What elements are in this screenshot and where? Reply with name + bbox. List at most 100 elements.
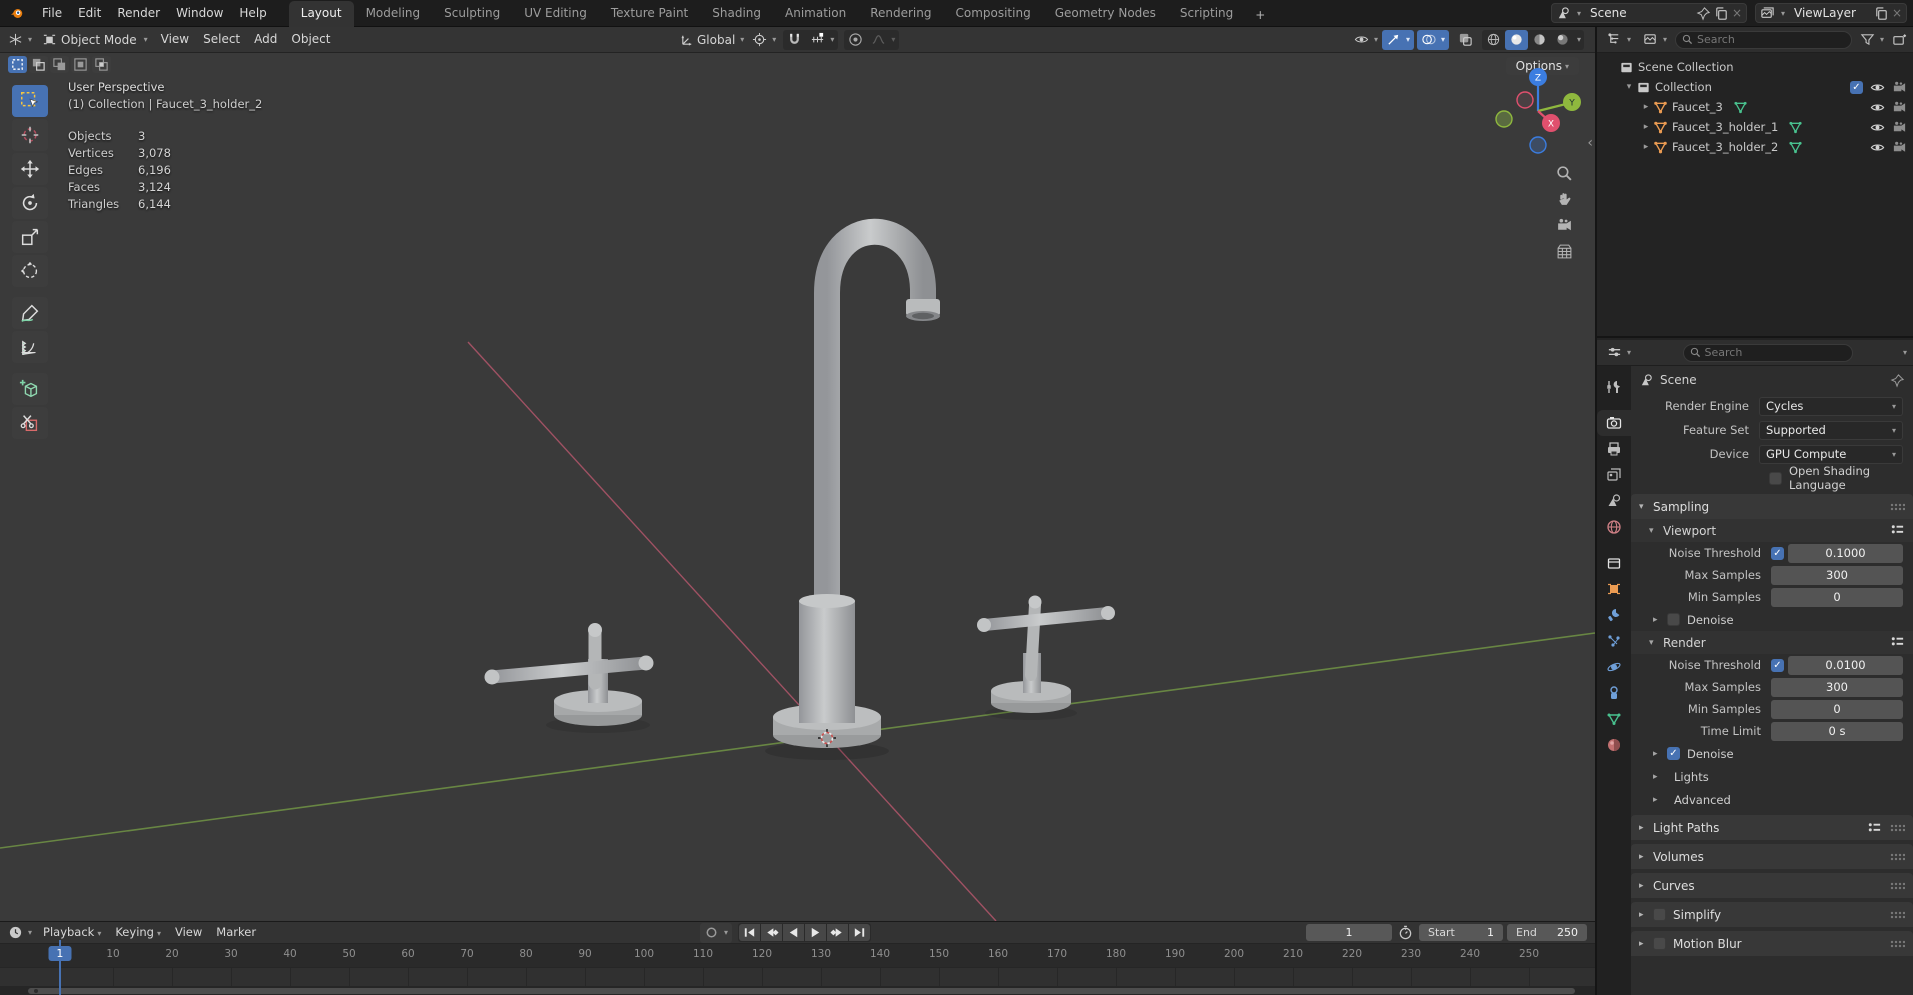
shading-wireframe-button[interactable]: [1482, 30, 1505, 50]
properties-search-input[interactable]: [1704, 346, 1846, 359]
copy-icon[interactable]: [1714, 6, 1729, 21]
properties-tab-render[interactable]: [1597, 410, 1631, 436]
value-noise-threshold[interactable]: 0.0100: [1788, 655, 1903, 675]
timeline-ruler[interactable]: 1 10 20 30 40 50 60 70 80 90 100 110 120 130 140 150 16…: [0, 944, 1595, 967]
jump-end-button[interactable]: [849, 924, 871, 941]
panel-light-paths[interactable]: ▸ Light Paths: [1631, 815, 1913, 840]
auto-keying-button[interactable]: ▾: [700, 922, 733, 943]
snap-settings-dropdown[interactable]: ▾: [806, 30, 838, 50]
checkbox-simplify[interactable]: [1653, 908, 1666, 921]
select-mode-new-button[interactable]: [8, 56, 27, 73]
timeline-menu-marker[interactable]: Marker: [209, 921, 263, 945]
properties-tab-world[interactable]: [1597, 514, 1631, 540]
drag-grip-icon[interactable]: [1890, 910, 1905, 919]
workspace-tab-rendering[interactable]: Rendering: [858, 1, 943, 27]
workspace-tab-uv-editing[interactable]: UV Editing: [512, 1, 599, 27]
show-overlays-toggle[interactable]: ▾: [1416, 29, 1449, 50]
outliner-search[interactable]: [1675, 30, 1852, 49]
checkbox-noise-threshold[interactable]: ✓: [1771, 658, 1784, 672]
show-gizmo-toggle[interactable]: ▾: [1381, 29, 1414, 50]
add-workspace-button[interactable]: +: [1245, 4, 1275, 27]
viewport-menu-add[interactable]: Add: [247, 27, 284, 52]
new-collection-icon[interactable]: [1892, 32, 1907, 47]
properties-tab-collection[interactable]: [1597, 550, 1631, 576]
value-time-limit[interactable]: 0 s: [1771, 721, 1903, 741]
workspace-tab-layout[interactable]: Layout: [288, 0, 354, 27]
tool-cut[interactable]: [12, 407, 48, 439]
proportional-editing-toggle[interactable]: [844, 30, 867, 50]
workspace-tab-compositing[interactable]: Compositing: [943, 1, 1042, 27]
properties-tab-material[interactable]: [1597, 732, 1631, 758]
timeline-scrollbar[interactable]: [28, 988, 1575, 994]
outliner-display-mode-button[interactable]: ▾: [1639, 30, 1671, 50]
proportional-falloff-dropdown[interactable]: ▾: [867, 30, 899, 50]
remove-icon[interactable]: ×: [1892, 6, 1902, 20]
preset-icon[interactable]: [1890, 522, 1905, 537]
outliner-row-collection[interactable]: ▾ Collection ✓: [1597, 77, 1913, 97]
subpanel-render[interactable]: ▾ Render: [1631, 631, 1913, 654]
blender-logo-icon[interactable]: [0, 6, 34, 21]
subpanel-advanced[interactable]: ▸ Advanced: [1631, 788, 1913, 811]
eye-icon[interactable]: [1870, 100, 1885, 115]
expander-icon[interactable]: ▸: [1639, 142, 1653, 152]
viewport-menu-select[interactable]: Select: [196, 27, 247, 52]
value-max-samples[interactable]: 300: [1771, 565, 1903, 585]
zoom-icon[interactable]: [1556, 165, 1573, 182]
shading-solid-button[interactable]: [1504, 29, 1528, 50]
shading-dropdown[interactable]: ▾: [1577, 35, 1581, 44]
visibility-dropdown[interactable]: ▾: [1350, 30, 1382, 50]
play-button[interactable]: [805, 924, 827, 941]
tool-transform[interactable]: [12, 255, 48, 287]
select-mode-extend-button[interactable]: [29, 56, 48, 73]
timeline-menu-view[interactable]: View: [168, 921, 209, 945]
outliner-search-input[interactable]: [1697, 33, 1845, 46]
workspace-tab-shading[interactable]: Shading: [700, 1, 773, 27]
editor-type-button[interactable]: ▾: [4, 30, 36, 50]
timeline-editor-type-button[interactable]: ▾: [4, 923, 36, 943]
subpanel-lights[interactable]: ▸ Lights: [1631, 765, 1913, 788]
preset-icon[interactable]: [1890, 634, 1905, 649]
panel-volumes[interactable]: ▸ Volumes: [1631, 844, 1913, 869]
properties-tab-particles[interactable]: [1597, 628, 1631, 654]
viewport-menu-object[interactable]: Object: [284, 27, 337, 52]
properties-search[interactable]: [1682, 343, 1853, 362]
shading-material-button[interactable]: [1528, 30, 1551, 50]
dropdown-device[interactable]: GPU Compute ▾: [1759, 444, 1903, 464]
eye-icon[interactable]: [1870, 140, 1885, 155]
camera-icon[interactable]: [1892, 120, 1907, 135]
workspace-tab-geometry-nodes[interactable]: Geometry Nodes: [1043, 1, 1168, 27]
tool-move[interactable]: [12, 153, 48, 185]
value-min-samples[interactable]: 0: [1771, 587, 1903, 607]
outliner-row-faucet-3[interactable]: ▸ Faucet_3: [1597, 97, 1913, 117]
subpanel-denoise[interactable]: ▸ ✓ Denoise: [1631, 742, 1913, 765]
sidebar-collapse-chevron-icon[interactable]: ‹: [1587, 135, 1593, 151]
workspace-tab-sculpting[interactable]: Sculpting: [432, 1, 512, 27]
expander-icon[interactable]: ▸: [1639, 122, 1653, 132]
properties-tab-constraints[interactable]: [1597, 680, 1631, 706]
outliner-row-faucet-3-holder-1[interactable]: ▸ Faucet_3_holder_1: [1597, 117, 1913, 137]
prev-keyframe-button[interactable]: [761, 924, 783, 941]
drag-grip-icon[interactable]: [1890, 852, 1905, 861]
properties-tab-modifiers[interactable]: [1597, 602, 1631, 628]
properties-tab-object[interactable]: [1597, 576, 1631, 602]
playhead-frame-badge[interactable]: 1: [48, 946, 72, 961]
value-noise-threshold[interactable]: 0.1000: [1788, 543, 1903, 563]
menu-render[interactable]: Render: [109, 0, 168, 26]
snap-toggle[interactable]: [783, 30, 806, 50]
navigation-gizmo[interactable]: Z Y X: [1492, 63, 1584, 155]
checkbox-open-shading-language[interactable]: [1769, 471, 1782, 485]
stopwatch-icon[interactable]: [1398, 925, 1413, 940]
workspace-tab-modeling[interactable]: Modeling: [354, 1, 433, 27]
workspace-tab-scripting[interactable]: Scripting: [1168, 1, 1245, 27]
panel-curves[interactable]: ▸ Curves: [1631, 873, 1913, 898]
drag-grip-icon[interactable]: [1890, 823, 1905, 832]
scene-selector[interactable]: ▾ Scene ×: [1551, 3, 1747, 23]
outliner-row-faucet-3-holder-2[interactable]: ▸ Faucet_3_holder_2: [1597, 137, 1913, 157]
mode-selector[interactable]: Object Mode ▾: [36, 32, 154, 47]
timeline-menu-playback[interactable]: Playback ▾: [36, 921, 108, 945]
select-mode-invert-button[interactable]: [71, 56, 90, 73]
tool-scale[interactable]: [12, 221, 48, 253]
expander-icon[interactable]: ▾: [1622, 82, 1636, 92]
checkbox-noise-threshold[interactable]: ✓: [1771, 546, 1784, 560]
properties-tab-view-layer[interactable]: [1597, 462, 1631, 488]
